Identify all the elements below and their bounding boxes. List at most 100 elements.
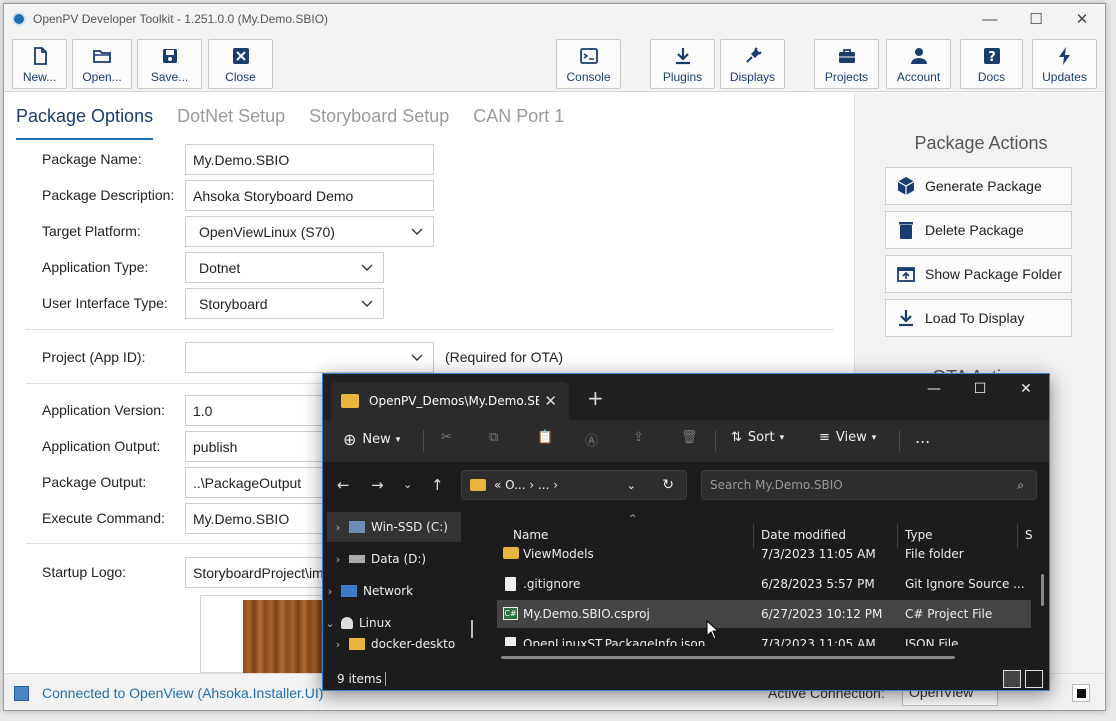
file-name: My.Demo.SBIO.csproj (523, 607, 650, 621)
column-header-name[interactable]: Name (513, 528, 548, 542)
file-explorer-window: OpenPV_Demos\My.Demo.SBIO ✕ + — ☐ ✕ ⊕ Ne… (322, 373, 1050, 691)
stop-button[interactable] (1072, 684, 1090, 702)
separator (899, 430, 900, 452)
tab-can-port-1[interactable]: CAN Port 1 (473, 106, 564, 140)
back-button[interactable]: ← (337, 476, 350, 494)
more-options-button[interactable]: ... (915, 428, 930, 447)
delete-package-button[interactable]: Delete Package (885, 211, 1072, 249)
new-item-button[interactable]: ⊕ New ▾ (343, 430, 400, 449)
nav-item-win-ssd[interactable]: › Win-SSD (C:) (327, 512, 461, 542)
explorer-maximize-button[interactable]: ☐ (957, 374, 1003, 404)
ui-type-select[interactable]: Storyboard (185, 288, 384, 319)
file-row[interactable]: OpenLinuxST.PackageInfo.json 7/3/2023 11… (497, 630, 1031, 646)
horizontal-scrollbar[interactable] (501, 656, 955, 659)
open-button-label: Open... (82, 70, 122, 84)
plug-icon (745, 47, 762, 63)
generate-package-label: Generate Package (925, 178, 1042, 194)
recent-locations-button[interactable]: ⌄ (403, 478, 412, 491)
pane-splitter[interactable] (471, 620, 473, 638)
show-package-folder-label: Show Package Folder (925, 266, 1062, 282)
file-list: ^ Name Date modified Type S ViewModels 7… (483, 510, 1049, 668)
file-name: .gitignore (523, 577, 581, 591)
new-tab-button[interactable]: + (587, 386, 604, 410)
delete-button[interactable]: 🗑 (681, 430, 698, 445)
address-field[interactable]: « O... › ... › ⌄ ↻ (461, 470, 687, 500)
copy-button[interactable]: ⧉ (489, 430, 498, 445)
column-header-date[interactable]: Date modified (761, 528, 846, 542)
save-button[interactable]: Save... (137, 39, 202, 89)
chevron-down-icon: ▾ (395, 434, 401, 445)
close-window-button[interactable]: ✕ (1059, 4, 1105, 34)
trash-icon (899, 222, 913, 239)
plugins-button-label: Plugins (662, 70, 703, 84)
file-row[interactable]: C# My.Demo.SBIO.csproj 6/27/2023 10:12 P… (497, 600, 1031, 628)
project-select[interactable] (185, 342, 434, 373)
forward-button[interactable]: → (371, 476, 384, 494)
paste-button[interactable]: 📋 (537, 430, 553, 445)
rename-button[interactable]: Ⓐ (585, 430, 598, 449)
column-header-size[interactable]: S (1025, 528, 1033, 542)
plugins-button[interactable]: Plugins (650, 39, 715, 89)
cut-button[interactable]: ✂ (441, 430, 452, 445)
package-desc-field[interactable]: Ahsoka Storyboard Demo (185, 180, 434, 211)
column-header-type[interactable]: Type (905, 528, 933, 542)
generate-package-button[interactable]: Generate Package (885, 167, 1072, 205)
new-file-icon (33, 47, 47, 65)
updates-button[interactable]: Updates (1032, 39, 1097, 89)
tab-package-options[interactable]: Package Options (16, 106, 154, 140)
nav-item-docker[interactable]: › docker-deskto (327, 634, 477, 654)
displays-button[interactable]: Displays (720, 39, 785, 89)
projects-button-label: Projects (824, 70, 869, 84)
nav-item-data[interactable]: › Data (D:) (327, 544, 477, 574)
explorer-close-button[interactable]: ✕ (1003, 374, 1049, 404)
window-title: OpenPV Developer Toolkit - 1.251.0.0 (My… (33, 12, 329, 26)
explorer-title-bar: OpenPV_Demos\My.Demo.SBIO ✕ + — ☐ ✕ (323, 374, 1049, 420)
vertical-scrollbar[interactable] (1041, 574, 1044, 606)
nav-item-network[interactable]: › Network (323, 576, 469, 606)
file-date: 6/28/2023 5:57 PM (761, 577, 875, 591)
target-platform-select[interactable]: OpenViewLinux (S70) (185, 216, 434, 247)
refresh-icon[interactable]: ↻ (662, 477, 674, 493)
package-name-field[interactable]: My.Demo.SBIO (185, 144, 434, 175)
address-path: « O... › ... › (494, 478, 559, 492)
docs-button[interactable]: ? Docs (960, 39, 1023, 89)
file-row[interactable]: .gitignore 6/28/2023 5:57 PM Git Ignore … (497, 570, 1031, 598)
up-button[interactable]: ↑ (431, 476, 444, 494)
sort-icon: ⇅ (731, 430, 742, 445)
nav-item-label: Win-SSD (C:) (371, 520, 448, 534)
file-date: 6/27/2023 10:12 PM (761, 607, 883, 621)
project-note: (Required for OTA) (445, 349, 563, 365)
view-label: View (835, 430, 867, 445)
chevron-down-icon[interactable]: ⌄ (627, 479, 636, 492)
open-button[interactable]: Open... (72, 39, 132, 89)
minimize-button[interactable]: — (967, 4, 1013, 34)
show-package-folder-button[interactable]: Show Package Folder (885, 255, 1072, 293)
load-to-display-button[interactable]: Load To Display (885, 299, 1072, 337)
app-type-select[interactable]: Dotnet (185, 252, 384, 283)
account-button-label: Account (896, 70, 941, 84)
search-input[interactable]: Search My.Demo.SBIO ⌕ (701, 470, 1037, 500)
explorer-minimize-button[interactable]: — (911, 374, 957, 404)
folder-icon (470, 479, 486, 491)
account-button[interactable]: Account (886, 39, 951, 89)
tab-close-icon[interactable]: ✕ (544, 392, 557, 410)
projects-button[interactable]: Projects (814, 39, 879, 89)
tab-dotnet-setup[interactable]: DotNet Setup (177, 106, 285, 140)
connection-status-text: Connected to OpenView (Ahsoka.Installer.… (42, 685, 324, 701)
file-row[interactable]: ViewModels 7/3/2023 11:05 AM File folder (497, 544, 1031, 566)
new-button[interactable]: New... (12, 39, 67, 89)
console-button[interactable]: Console (556, 39, 621, 89)
explorer-tab[interactable]: OpenPV_Demos\My.Demo.SBIO ✕ (331, 382, 569, 420)
sort-button[interactable]: ⇅ Sort ▾ (731, 430, 784, 445)
settings-tabs: Package Options DotNet Setup Storyboard … (16, 106, 588, 140)
close-project-button[interactable]: Close (208, 39, 273, 89)
new-button-label: New... (22, 70, 57, 84)
details-view-button[interactable] (1003, 670, 1021, 688)
share-button[interactable]: ⇪ (633, 430, 644, 445)
view-button[interactable]: ≡ View ▾ (819, 430, 876, 445)
tab-storyboard-setup[interactable]: Storyboard Setup (309, 106, 449, 140)
console-button-label: Console (566, 70, 611, 84)
tiles-view-button[interactable] (1025, 670, 1043, 688)
maximize-button[interactable]: ☐ (1013, 4, 1059, 34)
mouse-cursor-icon (706, 620, 720, 640)
